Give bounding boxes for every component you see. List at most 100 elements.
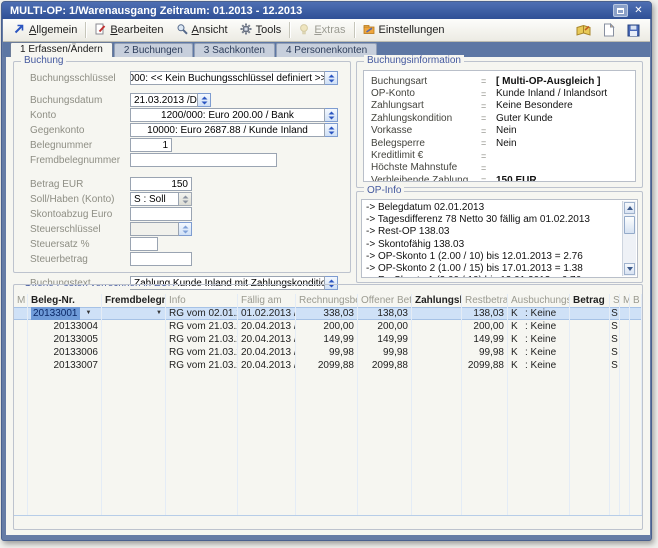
steuerschluessel-combo[interactable] [130,222,192,236]
buchungsdatum-spinner[interactable]: 21.03.2013 /Do [130,93,211,107]
group-title: Buchung [21,55,66,66]
fremdbelegnummer-input[interactable] [130,153,277,167]
window-title: MULTI-OP: 1/Warenausgang Zeitraum: 01.20… [10,5,610,17]
steuersatz-input[interactable] [130,237,158,251]
menu-allgemein[interactable]: Allgemein [7,21,83,40]
op-info-line: -> Tagesdifferenz 78 Netto 30 fällig am … [366,214,619,226]
menu-separator [85,22,86,38]
cell-zahlungsbetrag [412,346,462,359]
grid-line-column [238,372,296,515]
menu-ansicht[interactable]: Ansicht [170,21,234,40]
scroll-down-button[interactable] [624,263,635,275]
form-row: Belegnummer 1 [30,138,350,152]
new-document-button[interactable] [600,22,617,38]
cell-info: RG vom 02.01.2013 [166,307,238,320]
cell-zahlungsbetrag [412,320,462,333]
column-header: Fällig am [238,294,296,307]
field-label: Belegnummer [30,140,130,151]
close-button[interactable]: ✕ [631,4,646,17]
cell-beleg-nr: 20133006 [28,346,102,359]
cell-rechnungsbetrag: 2099,88 [296,359,358,372]
grid-line-column [166,372,238,515]
gear-icon [240,23,252,38]
grid-line-column [296,372,358,515]
restore-button[interactable] [613,4,628,17]
table-row[interactable]: 20133004RG vom 21.03.201320.04.2013 /Sa2… [14,320,642,333]
column-header: Betrag [570,294,610,307]
close-icon: ✕ [634,6,642,16]
cell-betrag [570,320,610,333]
cell-beleg-nr: 20133001▼ [28,307,102,320]
info-value: Kunde Inland / Inlandsort [496,88,607,99]
spinner-button[interactable] [198,93,211,107]
cell-rechnungsbetrag: 338,03 [296,307,358,320]
table-row[interactable]: 20133005RG vom 21.03.201320.04.2013 /Sa1… [14,333,642,346]
grid-line-column [412,372,462,515]
field-label: Gegenkonto [30,125,130,136]
dropdown-arrow-icon[interactable]: ▼ [156,307,162,320]
table-row[interactable]: 20133007RG vom 21.03.201320.04.2013 /Sa2… [14,359,642,372]
tab-buchungen[interactable]: 2 Buchungen [114,43,193,57]
table-row[interactable]: 20133006RG vom 21.03.201320.04.2013 /Sa9… [14,346,642,359]
soll-haben-combo[interactable]: S : Soll [130,192,192,206]
cell-info: RG vom 21.03.2013 [166,359,238,372]
info-row: Buchungsart=[ Multi-OP-Ausgleich ] [371,75,633,87]
info-value: Nein [496,125,517,136]
cell-beleg-nr: 20133007 [28,359,102,372]
skontoabzug-input[interactable] [130,207,192,221]
buchungsschluessel-combo[interactable]: 000: << Kein Buchungsschlüssel definiert… [130,71,338,85]
steuerschluessel-value [130,222,179,236]
buchungsschluessel-value: 000: << Kein Buchungsschlüssel definiert… [130,71,325,85]
menu-einstellungen[interactable]: Einstellungen [357,21,451,40]
belegnummer-input[interactable]: 1 [130,138,172,152]
menu-bearbeiten[interactable]: Bearbeiten [88,21,169,40]
group-buchung: Buchung Buchungsschlüssel 000: << Kein B… [13,61,351,273]
equals-separator-icon: = [481,76,496,86]
book-post-button[interactable] [575,22,592,38]
op-info-line: -> Skontofähig 138.03 [366,239,619,251]
table-row[interactable]: 20133001▼▼RG vom 02.01.201301.02.2013 /F… [14,307,642,320]
column-header: Fremdbelegnummer [102,294,166,307]
grid-line-column [620,372,630,515]
tab-personenkonten[interactable]: 4 Personenkonten [276,43,377,57]
cell-faellig-am: 20.04.2013 /Sa [238,333,296,346]
dropdown-button[interactable] [325,71,338,85]
dropdown-button[interactable] [179,222,192,236]
scrollbar-thumb[interactable] [624,216,635,234]
tab-sachkonten[interactable]: 3 Sachkonten [194,43,275,57]
settings-folder-icon [363,23,375,38]
tab-strip: 1 Erfassen/Ändern 2 Buchungen 3 Sachkont… [3,42,650,57]
cell-m2 [620,346,630,359]
info-row: Verbleibende Zahlung=150 EUR [371,174,633,182]
menu-tools[interactable]: Tools [234,21,288,40]
info-label: Kreditlimit € [371,150,481,161]
dropdown-button[interactable] [325,108,338,122]
ausbuchung-code: K [511,333,525,346]
scroll-up-button[interactable] [624,202,635,214]
dropdown-button[interactable] [325,123,338,137]
op-info-textarea[interactable]: -> Belegdatum 02.01.2013-> Tagesdifferen… [361,199,638,278]
vertical-scrollbar[interactable] [622,201,636,276]
menu-label: Extras [314,24,345,36]
dropdown-button[interactable] [179,192,192,206]
steuerbetrag-input[interactable] [130,252,192,266]
lamp-icon [298,23,310,38]
konto-combo[interactable]: 1200/000: Euro 200.00 / Bank [130,108,338,122]
cell-info: RG vom 21.03.2013 [166,320,238,333]
title-bar[interactable]: MULTI-OP: 1/Warenausgang Zeitraum: 01.20… [2,2,651,19]
cell-s: S [610,346,620,359]
info-row: OP-Konto=Kunde Inland / Inlandsort [371,87,633,99]
tab-page: Buchung Buchungsschlüssel 000: << Kein B… [6,57,650,535]
cell-betrag [570,346,610,359]
dropdown-arrow-icon[interactable]: ▼ [86,307,92,320]
field-label: Fremdbelegnummer [30,155,130,166]
gegenkonto-combo[interactable]: 10000: Euro 2687.88 / Kunde Inland [130,123,338,137]
betrag-eur-input[interactable]: 150 [130,177,192,191]
cell-m [14,333,28,346]
table-header-row: MBeleg-Nr.FremdbelegnummerInfoFällig amR… [14,294,642,307]
save-button[interactable] [625,22,642,38]
equals-separator-icon: = [481,138,496,148]
cell-zahlungsbetrag [412,333,462,346]
column-header: M [620,294,630,307]
info-label: Buchungsart [371,76,481,87]
